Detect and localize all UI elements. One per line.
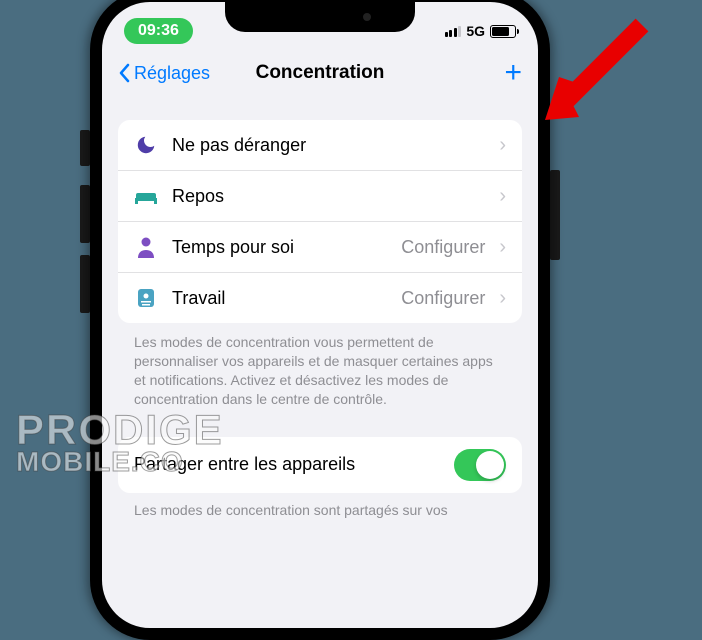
share-section: Partager entre les appareils [118,437,522,493]
mode-label: Repos [172,186,471,207]
chevron-left-icon [118,63,130,83]
network-label: 5G [466,23,485,39]
add-button[interactable]: + [504,58,522,88]
mode-side: Configurer [401,237,485,258]
mode-side: Configurer [401,288,485,309]
moon-icon [134,133,158,157]
share-across-devices-row[interactable]: Partager entre les appareils [118,437,522,493]
back-label: Réglages [134,63,210,84]
badge-icon [134,286,158,310]
mode-personal[interactable]: Temps pour soi Configurer › [118,222,522,273]
focus-modes-list: Ne pas déranger › Repos › Temp [118,120,522,323]
mode-sleep[interactable]: Repos › [118,171,522,222]
footer-description-2: Les modes de concentration sont partagés… [118,493,522,530]
phone-screen: 09:36 5G Réglages Concentration + [102,2,538,628]
mode-label: Ne pas déranger [172,135,471,156]
signal-icon [445,25,462,37]
share-toggle[interactable] [454,449,506,481]
mode-label: Temps pour soi [172,237,387,258]
mode-label: Travail [172,288,387,309]
mode-work[interactable]: Travail Configurer › [118,273,522,323]
back-button[interactable]: Réglages [118,63,210,84]
status-indicators: 5G [445,23,516,39]
footer-description: Les modes de concentration vous permette… [118,323,522,419]
person-icon [134,235,158,259]
mode-do-not-disturb[interactable]: Ne pas déranger › [118,120,522,171]
notch [225,2,415,32]
chevron-right-icon: › [499,185,506,208]
status-time[interactable]: 09:36 [124,18,193,44]
chevron-right-icon: › [499,287,506,310]
battery-icon [490,25,516,38]
phone-frame: 09:36 5G Réglages Concentration + [90,0,550,640]
nav-bar: Réglages Concentration + [102,50,538,96]
bed-icon [134,184,158,208]
share-label: Partager entre les appareils [134,454,355,475]
chevron-right-icon: › [499,134,506,157]
content: Ne pas déranger › Repos › Temp [102,96,538,529]
page-title: Concentration [256,62,385,84]
chevron-right-icon: › [499,236,506,259]
